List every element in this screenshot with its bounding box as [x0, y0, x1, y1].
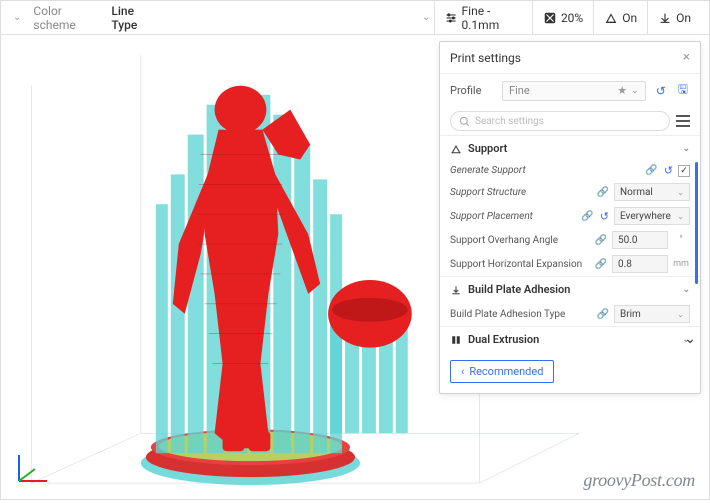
reset-icon[interactable]: ↺ — [599, 210, 610, 223]
adhesion-title: Build Plate Adhesion — [468, 283, 570, 296]
panel-title: Print settings — [450, 51, 521, 65]
infill-button[interactable]: 20% — [532, 1, 593, 35]
overhang-angle-label: Support Overhang Angle — [450, 235, 590, 246]
chevron-down-icon: ⌄ — [682, 144, 690, 154]
close-icon[interactable]: × — [683, 50, 690, 65]
dual-extrusion-section-header[interactable]: Dual Extrusion ⌄ — [440, 327, 700, 352]
scroll-down-arrow[interactable]: ⌄ — [684, 331, 696, 347]
link-icon[interactable]: 🔗 — [644, 165, 658, 176]
save-icon[interactable]: 🖫 — [676, 80, 690, 101]
support-title: Support — [468, 142, 507, 155]
chevron-down-icon: ⌄ — [627, 86, 639, 96]
degree-unit: ° — [672, 235, 690, 245]
infill-icon — [543, 11, 557, 25]
dual-extrusion-icon — [450, 334, 462, 346]
axes-gizmo — [13, 447, 53, 487]
scroll-indicator[interactable] — [695, 162, 698, 284]
quality-button[interactable]: Fine - 0.1mm — [434, 1, 532, 35]
recommended-button[interactable]: ‹ Recommended — [450, 360, 554, 383]
overhang-angle-field[interactable]: 50.0 — [612, 231, 668, 249]
adhesion-type-label: Build Plate Adhesion Type — [450, 309, 592, 320]
support-placement-dropdown[interactable]: Everywhere⌄ — [614, 207, 690, 225]
link-icon[interactable]: 🔗 — [594, 235, 608, 246]
adhesion-type-dropdown[interactable]: Brim⌄ — [614, 305, 690, 323]
color-scheme-dropdown[interactable]: ⌄ Color scheme Line Type — [9, 4, 168, 32]
recommended-label: Recommended — [469, 365, 543, 378]
adhesion-section-header[interactable]: Build Plate Adhesion ⌄ — [440, 277, 700, 302]
chevron-down-icon: ⌄ — [682, 285, 690, 295]
support-icon — [450, 143, 462, 155]
adhesion-icon — [450, 284, 462, 296]
top-toolbar: ⌄ Color scheme Line Type ⌄ Fine - 0.1mm … — [1, 1, 709, 35]
print-settings-panel: Print settings × Profile Fine ★ ⌄ ↺ 🖫 Su… — [439, 41, 701, 394]
profile-dropdown[interactable]: Fine ★ ⌄ — [502, 81, 646, 101]
watermark: groovyPost.com — [583, 470, 695, 491]
chevron-down-icon[interactable]: ⌄ — [418, 12, 434, 23]
profile-label: Profile — [450, 84, 494, 97]
menu-icon[interactable] — [676, 115, 690, 127]
link-icon[interactable]: 🔗 — [596, 187, 610, 198]
star-icon: ★ — [617, 84, 627, 97]
horiz-expansion-field[interactable]: 0.8 — [612, 255, 668, 273]
mm-unit: mm — [672, 259, 690, 269]
chevron-left-icon: ‹ — [461, 365, 464, 378]
support-icon — [604, 11, 618, 25]
link-icon[interactable]: 🔗 — [594, 259, 608, 270]
reset-icon[interactable]: ↺ — [654, 84, 668, 98]
generate-support-checkbox[interactable]: ✓ — [678, 165, 690, 177]
support-structure-label: Support Structure — [450, 187, 592, 198]
sliders-icon — [445, 11, 457, 25]
profile-value: Fine — [509, 84, 530, 97]
line-type-value: Line Type — [111, 4, 160, 32]
adhesion-toggle-button[interactable]: On — [647, 1, 701, 35]
search-icon — [459, 116, 470, 127]
dual-extrusion-title: Dual Extrusion — [468, 333, 539, 346]
support-section-header[interactable]: Support ⌄ — [440, 136, 700, 161]
chevron-down-icon: ⌄ — [677, 188, 684, 197]
infill-label: 20% — [561, 11, 583, 25]
search-input[interactable] — [475, 116, 661, 127]
generate-support-label: Generate Support — [450, 165, 640, 176]
support-toggle-button[interactable]: On — [593, 1, 647, 35]
support-structure-dropdown[interactable]: Normal⌄ — [614, 183, 690, 201]
search-input-wrapper[interactable] — [450, 111, 670, 131]
chevron-down-icon: ⌄ — [677, 212, 684, 221]
chevron-down-icon: ⌄ — [677, 310, 684, 319]
support-on-label: On — [622, 11, 637, 25]
adhesion-on-label: On — [676, 11, 691, 25]
support-placement-label: Support Placement — [450, 211, 576, 222]
chevron-down-icon: ⌄ — [9, 12, 25, 23]
adhesion-icon — [658, 11, 672, 25]
horiz-expansion-label: Support Horizontal Expansion — [450, 259, 590, 270]
link-icon[interactable]: 🔗 — [596, 309, 610, 320]
link-icon[interactable]: 🔗 — [580, 211, 594, 222]
color-scheme-label: Color scheme — [33, 4, 103, 32]
quality-label: Fine - 0.1mm — [462, 4, 522, 32]
reset-icon[interactable]: ↺ — [663, 164, 674, 177]
